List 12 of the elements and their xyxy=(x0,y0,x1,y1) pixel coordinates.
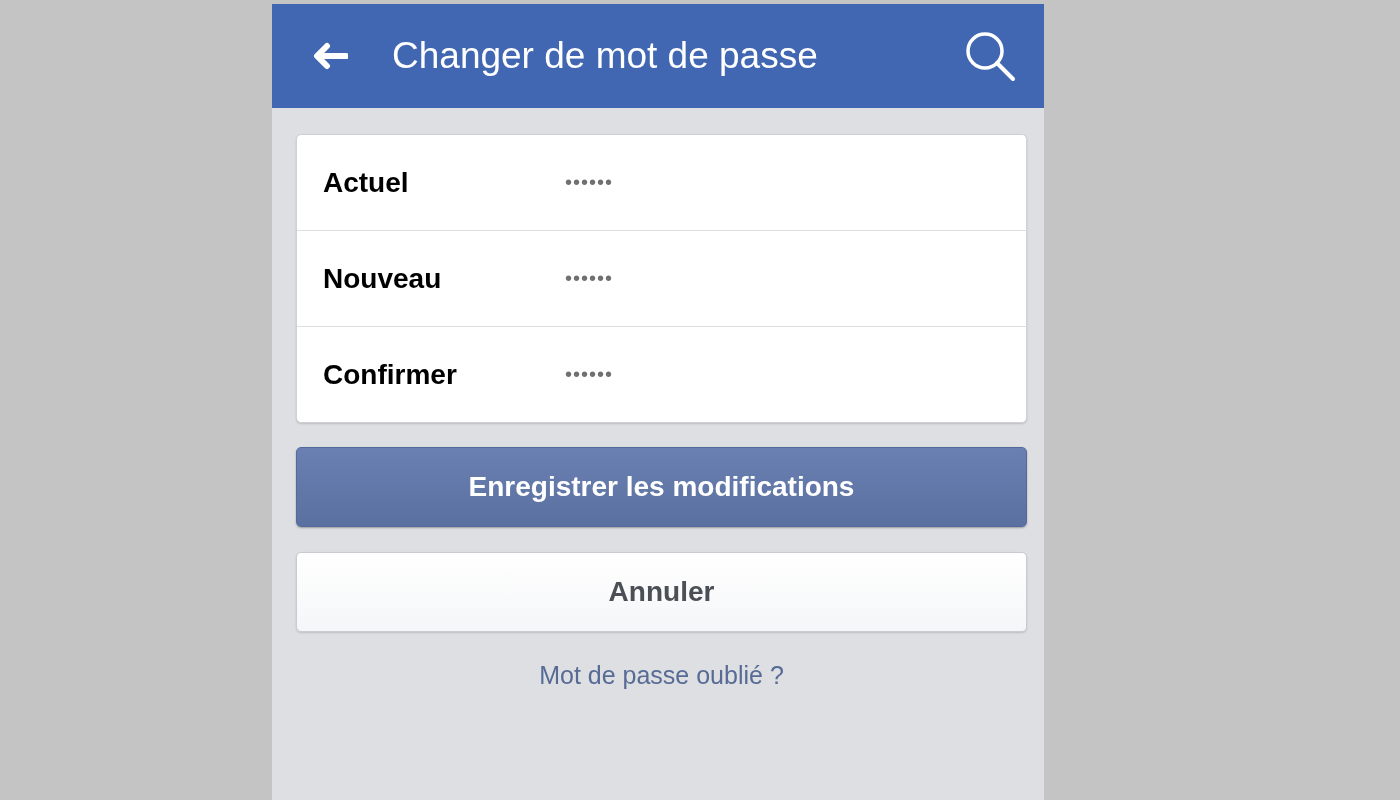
password-field[interactable]: •••••• xyxy=(565,344,1006,405)
search-icon[interactable] xyxy=(964,30,1016,82)
save-button[interactable]: Enregistrer les modifications xyxy=(296,447,1027,527)
field-label: Confirmer xyxy=(323,358,458,391)
page-title: Changer de mot de passe xyxy=(392,35,819,77)
cancel-button[interactable]: Annuler xyxy=(296,552,1027,632)
password-field[interactable]: •••••• xyxy=(565,152,1006,213)
field-label: Nouveau xyxy=(323,262,443,295)
field-label: Actuel xyxy=(323,166,410,199)
password-field[interactable]: •••••• xyxy=(565,248,1006,309)
forgot-password-link[interactable]: Mot de passe oublié ? xyxy=(539,661,784,690)
back-icon[interactable] xyxy=(312,42,348,70)
